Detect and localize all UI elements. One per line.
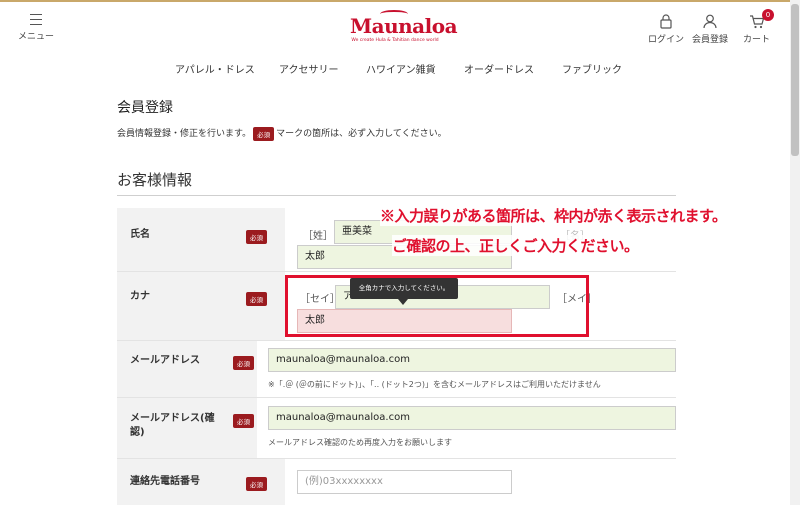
required-badge: 必須 bbox=[246, 477, 267, 491]
field-label-phone: 連絡先電話番号 bbox=[130, 476, 200, 487]
sei-bracket-label: ［姓］ bbox=[303, 231, 333, 242]
menu-button[interactable]: メニュー bbox=[18, 12, 54, 42]
cart-button[interactable]: 0 カート bbox=[743, 9, 775, 45]
register-label: 会員登録 bbox=[692, 35, 729, 45]
register-button[interactable]: 会員登録 bbox=[692, 14, 728, 45]
nav-item-accessories[interactable]: アクセサリー bbox=[279, 61, 339, 76]
login-label: ログイン bbox=[648, 35, 685, 45]
email-note: ※「.＠ (＠の前にドット)」、「.. (ドット2つ)」を含むメールアドレスはご… bbox=[268, 380, 601, 389]
email-input[interactable]: maunaloa@maunaloa.com bbox=[268, 348, 676, 372]
intro-text-before: 会員情報登録・修正を行います。 bbox=[117, 129, 252, 139]
menu-label: メニュー bbox=[18, 32, 55, 42]
field-label-email-confirm-line2: 認) bbox=[130, 427, 145, 438]
required-badge: 必須 bbox=[253, 126, 275, 141]
intro-text: 会員情報登録・修正を行います。 必須 マークの箇所は、必ず入力してください。 bbox=[117, 126, 447, 141]
field-label-email: メールアドレス bbox=[130, 355, 200, 366]
field-label-name: 氏名 bbox=[130, 229, 150, 240]
email-confirm-note: メールアドレス確認のため再度入力をお願いします bbox=[268, 438, 452, 447]
phone-input[interactable]: (例)03xxxxxxxx bbox=[297, 470, 512, 494]
required-badge: 必須 bbox=[246, 292, 267, 306]
nav-item-hawaiian-goods[interactable]: ハワイアン雑貨 bbox=[366, 61, 436, 76]
scrollbar-thumb[interactable] bbox=[791, 4, 799, 156]
field-label-kana: カナ bbox=[130, 291, 150, 302]
validation-tooltip: 全角カナで入力してください。 bbox=[350, 278, 458, 305]
top-accent-line bbox=[0, 0, 800, 2]
cart-count-badge: 0 bbox=[762, 9, 775, 21]
field-label-email-confirm-line1: メールアドレス(確 bbox=[130, 413, 215, 424]
error-callout-line2: ご確認の上、正しくご入力ください。 bbox=[392, 235, 692, 256]
intro-text-after: マークの箇所は、必ず入力してください。 bbox=[276, 129, 447, 139]
field-label-cell: 連絡先電話番号 必須 bbox=[117, 459, 285, 505]
email-confirm-input[interactable]: maunaloa@maunaloa.com bbox=[268, 406, 676, 430]
logo-tagline: We create Hula & Tahitian dance world bbox=[351, 38, 439, 43]
error-callout-line1: ※入力誤りがある箇所は、枠内が赤く表示されます。 bbox=[380, 205, 790, 226]
nav-item-fabric[interactable]: ファブリック bbox=[562, 61, 622, 76]
field-label-email-confirm: メールアドレス(確 認) bbox=[130, 412, 215, 440]
required-badge: 必須 bbox=[246, 230, 267, 244]
field-label-cell: カナ 必須 bbox=[117, 272, 285, 340]
field-label-cell: 氏名 必須 bbox=[117, 208, 285, 271]
cart-label: カート bbox=[743, 35, 771, 45]
field-label-cell: メールアドレス 必須 bbox=[117, 341, 257, 397]
field-label-cell: メールアドレス(確 認) 必須 bbox=[117, 398, 257, 458]
nav-item-order-dress[interactable]: オーダードレス bbox=[464, 61, 534, 76]
logo-wave-mark bbox=[380, 10, 408, 18]
login-button[interactable]: ログイン bbox=[648, 14, 684, 45]
section-divider bbox=[117, 195, 676, 196]
section-title: お客様情報 bbox=[117, 171, 193, 189]
nav-item-apparel[interactable]: アパレル・ドレス bbox=[175, 61, 255, 76]
page-title: 会員登録 bbox=[117, 100, 173, 116]
hamburger-icon bbox=[30, 14, 42, 25]
site-logo[interactable]: Maunaloa We create Hula & Tahitian dance… bbox=[350, 10, 458, 43]
user-icon bbox=[703, 14, 717, 29]
required-badge: 必須 bbox=[233, 414, 254, 428]
lock-icon bbox=[660, 14, 672, 29]
required-badge: 必須 bbox=[233, 356, 254, 370]
